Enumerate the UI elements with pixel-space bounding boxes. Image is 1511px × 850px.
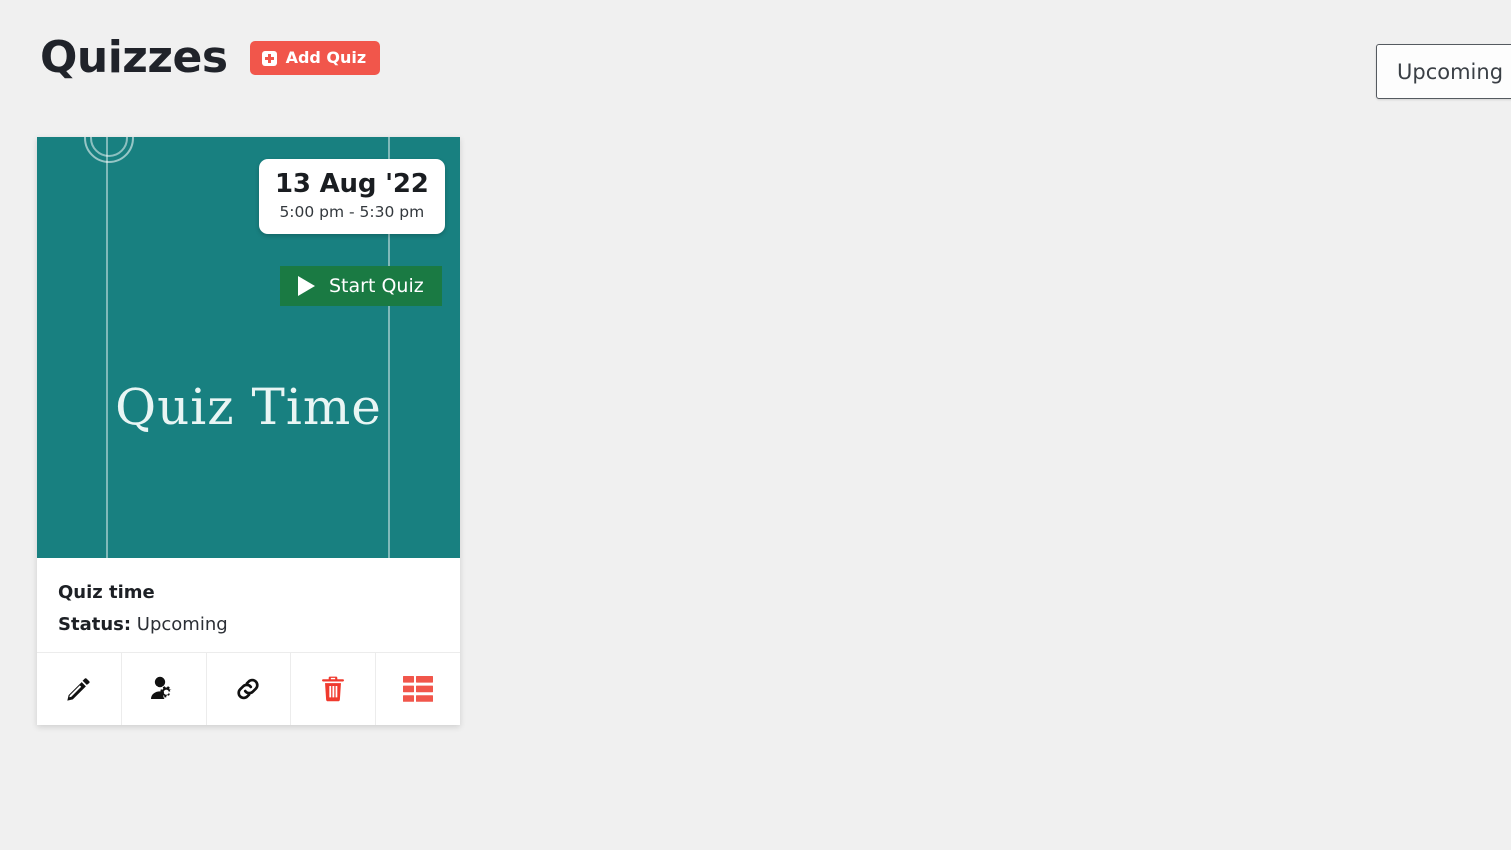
user-gear-icon — [149, 675, 179, 703]
decorative-line-left — [106, 137, 108, 558]
trash-icon — [320, 675, 346, 703]
quiz-status: Status: Upcoming — [37, 614, 460, 636]
table-grid-icon — [403, 676, 434, 702]
status-filter-select[interactable]: Upcoming — [1376, 44, 1511, 99]
quiz-time-range: 5:00 pm - 5:30 pm — [279, 202, 425, 221]
status-filter-value: Upcoming — [1397, 59, 1504, 84]
delete-quiz-button[interactable] — [291, 653, 377, 726]
quiz-card: 13 Aug '22 5:00 pm - 5:30 pm Start Quiz … — [37, 137, 460, 726]
quiz-results-button[interactable] — [376, 653, 460, 726]
start-quiz-button[interactable]: Start Quiz — [280, 266, 442, 306]
add-quiz-button[interactable]: Add Quiz — [249, 41, 381, 75]
play-icon — [298, 276, 315, 296]
manage-users-button[interactable] — [121, 653, 207, 726]
link-icon — [234, 675, 262, 703]
start-quiz-label: Start Quiz — [329, 274, 424, 297]
quiz-banner-title: Quiz Time — [115, 378, 382, 436]
quiz-name: Quiz time — [58, 582, 155, 603]
pencil-icon — [65, 675, 93, 703]
quiz-date-badge: 13 Aug '22 5:00 pm - 5:30 pm — [259, 159, 445, 234]
quiz-card-body: Quiz time Status: Upcoming — [37, 558, 460, 726]
copy-link-button[interactable] — [206, 653, 292, 726]
quiz-status-value: Upcoming — [136, 613, 228, 635]
add-quiz-label: Add Quiz — [285, 48, 367, 67]
quiz-status-label: Status: — [58, 613, 132, 635]
quiz-card-banner: 13 Aug '22 5:00 pm - 5:30 pm Start Quiz … — [37, 137, 460, 558]
page-header: Quizzes Add Quiz — [40, 32, 381, 83]
quiz-card-actions — [37, 652, 460, 726]
edit-quiz-button[interactable] — [37, 653, 122, 726]
page-title: Quizzes — [40, 32, 228, 83]
plus-square-icon — [261, 50, 277, 66]
quiz-date: 13 Aug '22 — [275, 169, 429, 199]
